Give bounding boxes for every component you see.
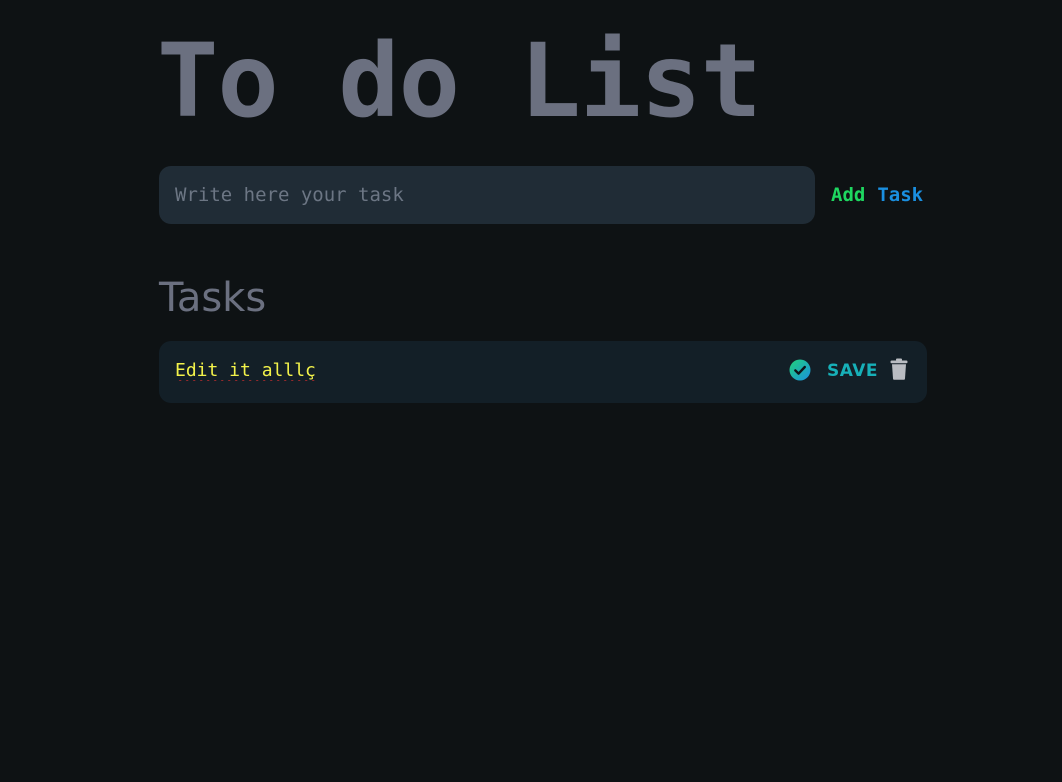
task-edit-input[interactable] (175, 355, 735, 385)
add-task-button[interactable]: Add Task (831, 166, 923, 224)
tasks-heading: Tasks (159, 275, 267, 321)
task-list: SAVE (159, 341, 927, 403)
trash-icon[interactable] (890, 358, 908, 380)
task-item: SAVE (159, 341, 927, 403)
add-task-form: Add Task (159, 166, 927, 224)
page-title: To do List (157, 22, 762, 141)
check-circle-icon[interactable] (789, 359, 811, 381)
add-task-button-label-task: Task (877, 184, 924, 206)
save-button[interactable]: SAVE (827, 359, 878, 383)
todo-app: To do List Add Task Tasks SAVE (0, 0, 1062, 782)
task-input[interactable] (159, 166, 815, 224)
add-task-button-label-add: Add (831, 184, 866, 206)
